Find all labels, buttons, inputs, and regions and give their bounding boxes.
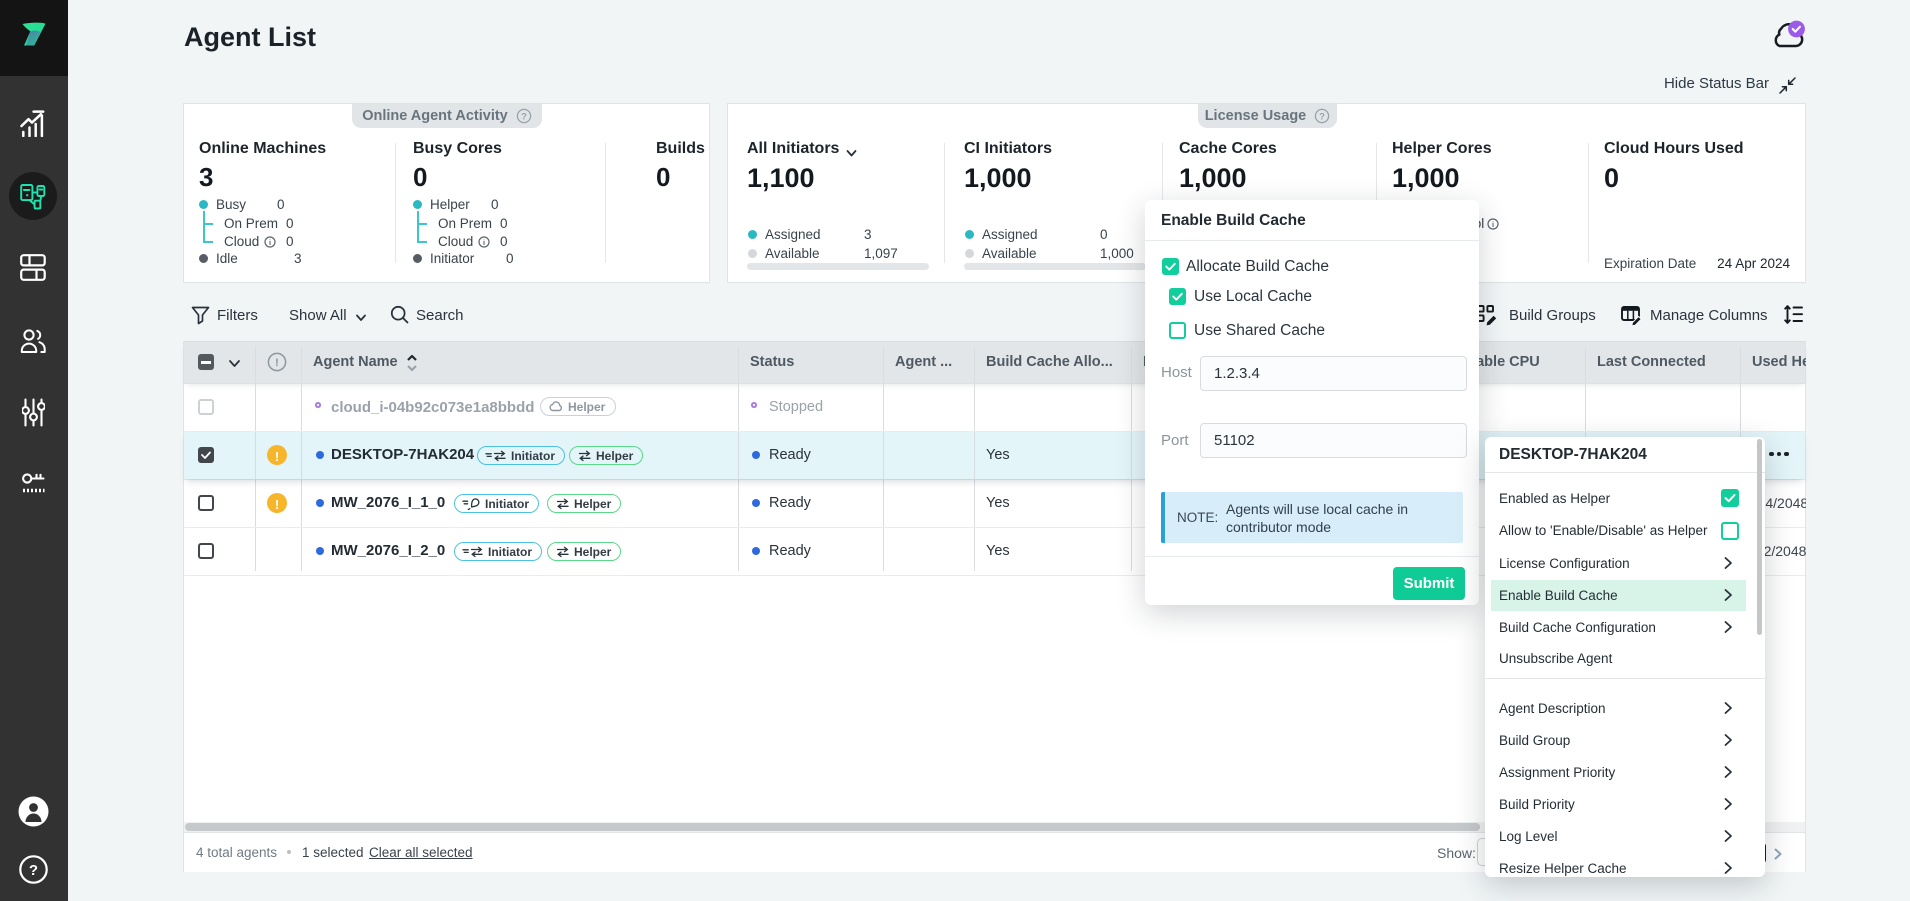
svg-text:?: ? bbox=[29, 862, 38, 879]
svg-text:!: ! bbox=[275, 357, 279, 369]
svg-text:i: i bbox=[269, 238, 271, 247]
svg-text:?: ? bbox=[521, 111, 527, 122]
svg-text:i: i bbox=[483, 238, 485, 247]
svg-text:i: i bbox=[1492, 220, 1494, 229]
svg-text:?: ? bbox=[1319, 111, 1325, 122]
